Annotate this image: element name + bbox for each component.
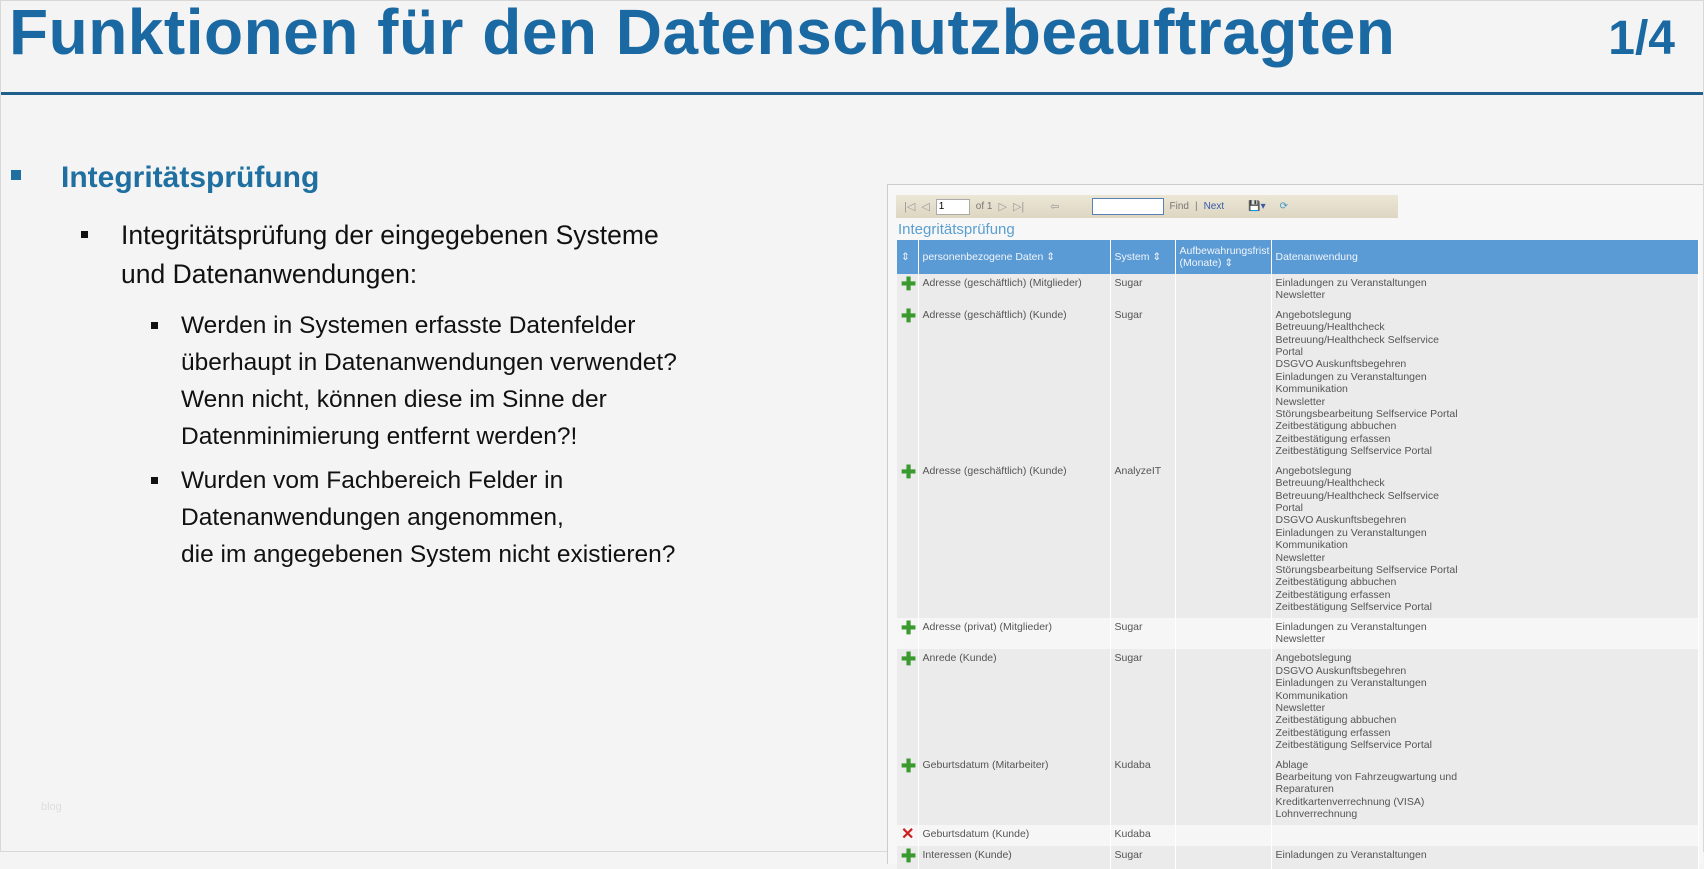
table-row: ✚ Adresse (privat) (Mitglieder) Sugar Einla… [897,617,1699,650]
system-cell: Sugar [1110,305,1176,462]
system-cell: Kudaba [1110,824,1176,847]
refresh-icon[interactable]: ⟳ [1280,201,1288,212]
column-header[interactable]: System ⇕ [1110,240,1176,274]
retention-cell [1175,305,1272,462]
icon-cell: ✚ [897,461,919,618]
find-input[interactable] [1091,198,1164,215]
find-link[interactable]: Find [1170,201,1189,212]
slide-page-number: 1/4 [1608,12,1675,65]
table-row: ✚ Geburtsdatum (Mitarbeiter) Kudaba Ablage … [897,755,1699,825]
applications-cell: Angebotslegung Betreuung/Healthcheck Bet… [1271,461,1699,618]
report-table: ⇕ personenbezogene Daten ⇕ System ⇕ Aufbewa… [897,240,1699,869]
applications-cell: Angebotslegung Betreuung/Healthcheck Bet… [1271,305,1699,462]
question-line: Werden in Systemen erfasste Datenfelder [181,312,636,339]
column-header[interactable]: personenbezogene Daten ⇕ [918,240,1111,274]
retention-cell [1175,755,1272,825]
question-line: Wurden vom Fachbereich Felder in [181,467,564,494]
system-cell: Sugar [1110,617,1176,650]
system-cell: Sugar [1110,846,1176,869]
applications-cell: Einladungen zu Veranstaltungen [1271,846,1699,869]
system-cell: AnalyzeIT [1110,461,1176,618]
applications-cell: Einladungen zu Veranstaltungen Newslette… [1271,274,1699,306]
report-viewer: |◁ ◁ of 1 ▷ ▷| ⇦ Find | Next 💾▾ ⟳ Integr… [887,184,1703,869]
sub-bullet-line: und Datenanwendungen: [121,259,418,289]
add-icon[interactable]: ✚ [901,462,916,482]
last-page-icon[interactable]: ▷| [1013,200,1024,213]
data-cell: Adresse (privat) (Mitglieder) [918,617,1111,650]
icon-cell: ✚ [897,755,919,825]
table-row: ✚ Anrede (Kunde) Sugar Angebotslegung DSGVO… [897,649,1699,756]
data-cell: Geburtsdatum (Mitarbeiter) [918,755,1111,825]
icon-cell: ✕ [897,824,919,847]
add-icon[interactable]: ✚ [901,756,916,776]
table-row: ✕ Geburtsdatum (Kunde) Kudaba [897,824,1699,847]
sub-bullet-line: Integritätsprüfung der eingegebenen Syst… [121,220,659,250]
prev-page-icon[interactable]: ◁ [921,200,929,213]
system-cell: Sugar [1110,649,1176,756]
applications-cell: Angebotslegung DSGVO Auskunftsbegehren E… [1271,649,1699,756]
bullet-marker [81,231,88,238]
add-icon[interactable]: ✚ [901,618,916,638]
icon-cell: ✚ [897,274,919,306]
section-heading: Integritätsprüfung [61,161,320,194]
bullet-marker [151,322,158,329]
column-header[interactable]: ⇕ [897,240,919,274]
column-header[interactable]: Datenanwendung [1271,240,1699,274]
table-row: ✚ Adresse (geschäftlich) (Kunde) Sugar Ange… [897,305,1699,462]
back-icon[interactable]: ⇦ [1050,200,1059,213]
data-cell: Interessen (Kunde) [918,846,1111,869]
remove-icon[interactable]: ✕ [901,826,914,843]
add-icon[interactable]: ✚ [901,306,916,326]
add-icon[interactable]: ✚ [901,846,916,866]
applications-cell: Ablage Bearbeitung von Fahrzeugwartung u… [1271,755,1699,825]
applications-cell: Einladungen zu Veranstaltungen Newslette… [1271,617,1699,650]
report-title: Integritätsprüfung [898,221,1015,238]
data-cell: Adresse (geschäftlich) (Kunde) [918,461,1111,618]
system-cell: Sugar [1110,274,1176,306]
question-line: Wenn nicht, können diese im Sinne der [181,386,607,413]
page-count: of 1 [975,201,993,212]
question-line: die im angegebenen System nicht existier… [181,541,676,568]
watermark: blog [41,801,62,813]
slide-title: Funktionen für den Datenschutzbeauftragt… [9,0,1396,68]
page-input[interactable] [935,198,970,215]
question-line: Datenminimierung entfernt werden?! [181,423,578,450]
icon-cell: ✚ [897,846,919,869]
table-row: ✚ Adresse (geschäftlich) (Mitglieder) Suga… [897,274,1699,306]
table-row: ✚ Interessen (Kunde) Sugar Einladungen zu V… [897,846,1699,869]
retention-cell [1175,274,1272,306]
report-toolbar: |◁ ◁ of 1 ▷ ▷| ⇦ Find | Next 💾▾ ⟳ [896,195,1398,218]
bullet-marker [151,477,158,484]
data-cell: Adresse (geschäftlich) (Mitglieder) [918,274,1111,306]
export-icon[interactable]: 💾▾ [1248,201,1265,212]
retention-cell [1175,846,1272,869]
next-page-icon[interactable]: ▷ [998,200,1006,213]
retention-cell [1175,649,1272,756]
icon-cell: ✚ [897,649,919,756]
column-header[interactable]: Aufbewahrungsfrist (Monate) ⇕ [1175,240,1272,274]
applications-cell [1271,824,1699,847]
table-row: ✚ Adresse (geschäftlich) (Kunde) AnalyzeIT… [897,461,1699,618]
add-icon[interactable]: ✚ [901,274,916,294]
question-line: überhaupt in Datenanwendungen verwendet? [181,349,677,376]
bullet-marker [11,170,21,180]
first-page-icon[interactable]: |◁ [904,200,915,213]
title-divider [1,92,1703,95]
next-link[interactable]: Next [1204,201,1225,212]
add-icon[interactable]: ✚ [901,649,916,669]
retention-cell [1175,824,1272,847]
system-cell: Kudaba [1110,755,1176,825]
retention-cell [1175,461,1272,618]
icon-cell: ✚ [897,617,919,650]
question-line: Datenanwendungen angenommen, [181,504,564,531]
data-cell: Anrede (Kunde) [918,649,1111,756]
separator: | [1194,201,1198,212]
icon-cell: ✚ [897,305,919,462]
data-cell: Adresse (geschäftlich) (Kunde) [918,305,1111,462]
retention-cell [1175,617,1272,650]
data-cell: Geburtsdatum (Kunde) [918,824,1111,847]
